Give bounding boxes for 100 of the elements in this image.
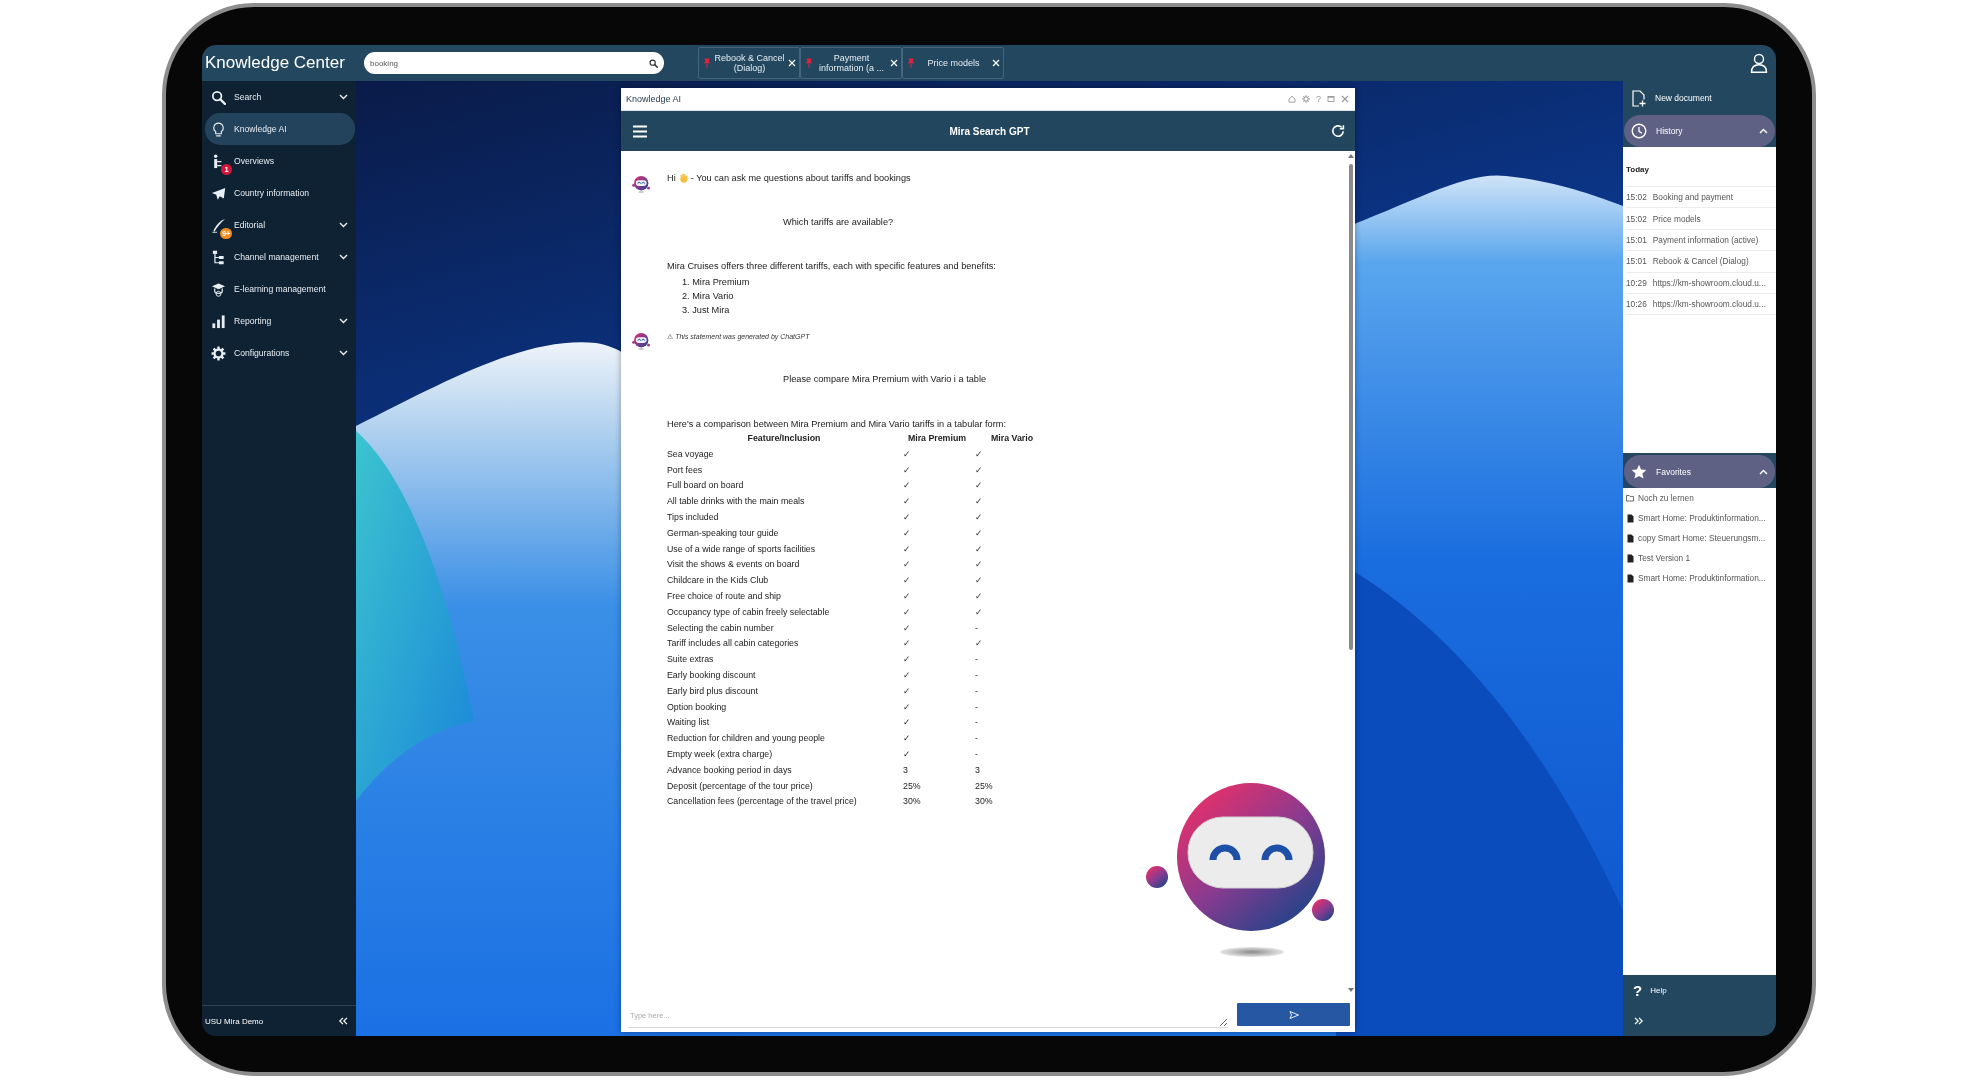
table-header: Feature/Inclusion xyxy=(746,432,822,445)
table-cell-text: ✓ xyxy=(902,747,912,761)
table-cell-text: 30% xyxy=(902,795,922,809)
history-time: 10:29 xyxy=(1626,277,1647,288)
history-title[interactable]: Price models xyxy=(1652,213,1701,224)
table-cell-text: - xyxy=(974,732,979,746)
refresh-icon[interactable] xyxy=(1331,124,1345,138)
table-cell-text: ✓ xyxy=(902,716,912,730)
table-cell-text: ✓ xyxy=(974,637,984,651)
table-cell-text: Deposit (percentage of the tour price) xyxy=(667,779,814,793)
graduation-cap-icon xyxy=(211,281,226,297)
chat-message: Here's a comparison between Mira Premium and Mira Vario tariffs in a tabular form: xyxy=(667,418,1006,431)
table-cell-text: ✓ xyxy=(902,700,912,714)
menu-icon[interactable] xyxy=(632,124,648,138)
history-title[interactable]: Booking and payment xyxy=(1652,192,1734,203)
help-button[interactable]: ? Help xyxy=(1623,975,1776,1006)
table-cell-text: German-speaking tour guide xyxy=(667,526,780,540)
user-icon[interactable] xyxy=(1750,53,1768,73)
favorite-item[interactable]: Smart Home: Produktinformation... xyxy=(1626,508,1776,528)
favorite-item[interactable]: Smart Home: Produktinformation... xyxy=(1626,568,1776,588)
table-cell-text: Use of a wide range of sports facilities xyxy=(667,542,817,556)
history-time: 15:02 xyxy=(1626,192,1647,203)
table-cell-text: ✓ xyxy=(974,447,984,461)
table-cell-text: Tariff includes all cabin categories xyxy=(667,637,800,651)
table-cell-text: 30% xyxy=(974,795,994,809)
table-cell-text: ✓ xyxy=(902,447,912,461)
table-cell-text: Occupancy type of cabin freely selectable xyxy=(667,605,831,619)
document-tab[interactable]: Payment information (a ... xyxy=(800,47,902,79)
table-cell-text: Advance booking period in days xyxy=(667,763,793,777)
sidebar-item[interactable]: Configurations xyxy=(205,337,355,369)
scroll-up-icon[interactable] xyxy=(1348,154,1354,158)
table-cell-text: - xyxy=(974,700,979,714)
table-cell-text: - xyxy=(974,668,979,682)
double-chevron-right-icon[interactable] xyxy=(1634,1017,1644,1025)
table-cell-text: ✓ xyxy=(902,621,912,635)
history-title[interactable]: Payment information (active) xyxy=(1652,234,1759,245)
table-cell-text: Empty week (extra charge) xyxy=(667,747,774,761)
favorite-item[interactable]: Test Version 1 xyxy=(1626,548,1776,568)
favorite-item[interactable]: Noch zu lernen xyxy=(1626,488,1776,508)
table-cell-text: Port fees xyxy=(667,463,704,477)
clock-icon xyxy=(1631,123,1647,139)
table-cell-text: ✓ xyxy=(902,732,912,746)
table-cell-text: ✓ xyxy=(974,511,984,524)
app-title: Knowledge Center xyxy=(204,53,346,73)
table-cell-text: ✓ xyxy=(974,542,984,556)
chat-message: Mira Cruises offers three different tariffs, each with specific features and benefits: xyxy=(667,260,996,273)
search-field[interactable]: booking xyxy=(364,52,664,74)
search-icon[interactable] xyxy=(649,58,658,68)
maximize-icon[interactable] xyxy=(1327,95,1335,103)
table-cell-text: ✓ xyxy=(902,495,912,509)
history-title[interactable]: https://km-showroom.cloud.u... xyxy=(1652,299,1766,310)
table-cell-text: ✓ xyxy=(902,653,912,667)
folder-icon xyxy=(1626,494,1634,502)
table-cell-text: Free choice of route and ship xyxy=(667,589,782,603)
table-cell-text: ✓ xyxy=(902,589,912,603)
table-cell-text: ✓ xyxy=(974,463,984,477)
table-cell-text: Childcare in the Kids Club xyxy=(667,574,770,588)
bar-chart-icon xyxy=(211,313,226,329)
table-cell-text: ✓ xyxy=(902,668,912,682)
table-cell-text: - xyxy=(974,747,979,761)
sidebar-item[interactable]: Search xyxy=(205,81,355,113)
table-cell-text: ✓ xyxy=(974,526,984,540)
sidebar-item[interactable]: Knowledge AI xyxy=(205,113,355,145)
table-cell-text: ✓ xyxy=(974,589,984,603)
table-cell-text: ✓ xyxy=(902,526,912,540)
favorite-item[interactable]: copy Smart Home: Steuerungsm... xyxy=(1626,528,1776,548)
chat-message: - You can ask me questions about tariffs and bookings xyxy=(690,172,911,185)
double-chevron-left-icon[interactable] xyxy=(338,1017,348,1025)
scroll-down-icon[interactable] xyxy=(1348,988,1354,992)
table-cell-text: All table drinks with the main meals xyxy=(667,495,806,509)
table-cell-text: 25% xyxy=(974,779,994,793)
history-title[interactable]: https://km-showroom.cloud.u... xyxy=(1652,277,1766,288)
table-header: Mira Premium xyxy=(906,432,968,445)
history-time: 15:02 xyxy=(1626,213,1647,224)
table-cell-text: Tips included xyxy=(667,511,720,524)
document-tab[interactable]: Rebook & Cancel (Dialog) xyxy=(698,47,800,79)
table-cell-text: Early booking discount xyxy=(667,668,757,682)
table-cell-text: Suite extras xyxy=(667,653,715,667)
table-cell-text: - xyxy=(974,684,979,698)
document-tab[interactable]: Price models xyxy=(902,47,1004,79)
sidebar-item[interactable]: Channel management xyxy=(205,241,355,273)
history-time: 15:01 xyxy=(1626,256,1647,267)
table-cell-text: ✓ xyxy=(902,574,912,588)
sidebar-item[interactable]: Country information xyxy=(205,177,355,209)
sidebar-item[interactable]: Reporting xyxy=(205,305,355,337)
favorites-header[interactable]: Favorites xyxy=(1624,455,1775,488)
table-cell-text: - xyxy=(974,621,979,635)
history-title[interactable]: Rebook & Cancel (Dialog) xyxy=(1652,256,1749,267)
chat-title: Mira Search GPT xyxy=(948,125,1031,137)
scrollbar-thumb[interactable] xyxy=(1349,164,1353,650)
list-item: 3. Just Mira xyxy=(682,304,730,317)
table-cell-text: ✓ xyxy=(902,479,912,493)
table-cell-text: Sea voyage xyxy=(667,447,715,461)
sidebar-item[interactable]: E-learning management xyxy=(205,273,355,305)
table-cell-text: Full board on board xyxy=(667,479,745,493)
new-document-button[interactable]: New document xyxy=(1623,81,1776,115)
history-header[interactable]: History xyxy=(1624,115,1775,147)
table-cell-text: ✓ xyxy=(902,463,912,477)
table-cell-text: ✓ xyxy=(902,684,912,698)
table-cell-text: Visit the shows & events on board xyxy=(667,558,801,572)
